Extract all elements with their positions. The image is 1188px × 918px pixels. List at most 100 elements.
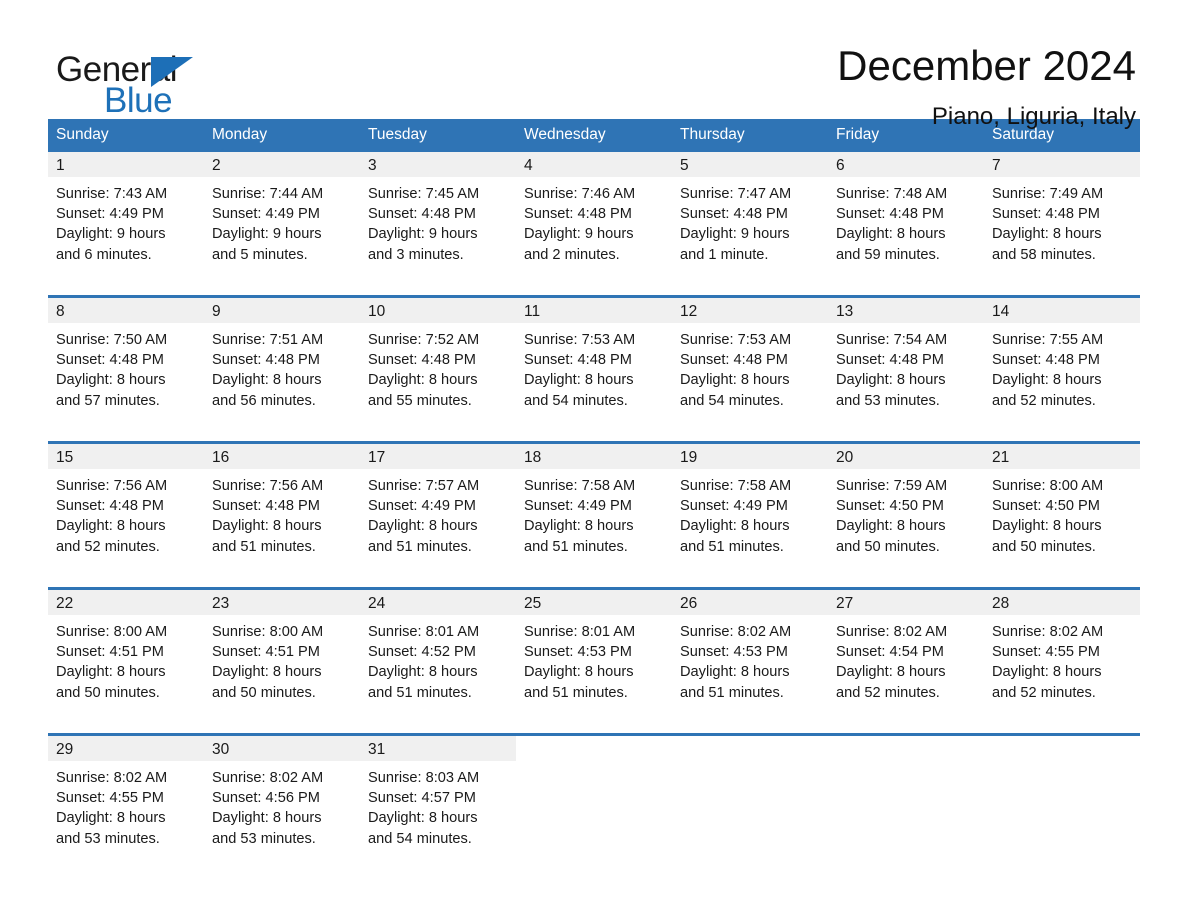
day-cell[interactable]: 5 Sunrise: 7:47 AM Sunset: 4:48 PM Daylight… [672,152,828,283]
day-cell[interactable]: 9 Sunrise: 7:51 AM Sunset: 4:48 PM Daylight… [204,295,360,429]
day-cell[interactable]: 27 Sunrise: 8:02 AM Sunset: 4:54 PM Dayligh… [828,587,984,721]
day-number: 15 [48,444,204,469]
sunrise-text: Sunrise: 7:48 AM [836,186,948,202]
day-details: Sunrise: 7:58 AM Sunset: 4:49 PM Daylight:… [516,469,672,557]
daylight-text-line2: and 52 minutes. [992,392,1096,409]
daylight-text-line1: Daylight: 8 hours [56,810,166,827]
day-cell[interactable]: 1 Sunrise: 7:43 AM Sunset: 4:49 PM Daylight… [48,152,204,283]
daylight-text-line1: Daylight: 8 hours [680,518,790,535]
day-cell[interactable]: 24 Sunrise: 8:01 AM Sunset: 4:52 PM Dayligh… [360,587,516,721]
day-number: 3 [360,152,516,177]
sunrise-text: Sunrise: 8:03 AM [368,770,480,786]
sunset-text: Sunset: 4:55 PM [56,790,164,807]
day-cell[interactable]: 19 Sunrise: 7:58 AM Sunset: 4:49 PM Dayligh… [672,441,828,575]
sunset-text: Sunset: 4:49 PM [56,206,164,223]
day-cell[interactable]: 6 Sunrise: 7:48 AM Sunset: 4:48 PM Daylight… [828,152,984,283]
day-cell[interactable]: 26 Sunrise: 8:02 AM Sunset: 4:53 PM Dayligh… [672,587,828,721]
week-spacer [48,575,1140,589]
sunrise-text: Sunrise: 8:02 AM [680,624,792,640]
day-cell[interactable]: 25 Sunrise: 8:01 AM Sunset: 4:53 PM Dayligh… [516,587,672,721]
day-details: Sunrise: 8:00 AM Sunset: 4:51 PM Daylight:… [48,615,204,703]
day-number: 12 [672,298,828,323]
sunrise-text: Sunrise: 7:53 AM [524,332,636,348]
day-number: 28 [984,590,1140,615]
daylight-text-line2: and 52 minutes. [992,684,1096,701]
day-cell[interactable]: 17 Sunrise: 7:57 AM Sunset: 4:49 PM Dayligh… [360,441,516,575]
daylight-text-line2: and 51 minutes. [680,684,784,701]
sunset-text: Sunset: 4:48 PM [992,206,1100,223]
day-cell[interactable]: 29 Sunrise: 8:02 AM Sunset: 4:55 PM Dayligh… [48,733,204,867]
sunrise-text: Sunrise: 8:02 AM [992,624,1104,640]
day-number: 24 [360,590,516,615]
day-number: 1 [48,152,204,177]
sunrise-text: Sunrise: 8:00 AM [212,624,324,640]
daylight-text-line2: and 6 minutes. [56,246,152,263]
generalblue-logo[interactable]: General Blue [48,44,248,124]
sunset-text: Sunset: 4:48 PM [524,206,632,223]
daylight-text-line2: and 51 minutes. [368,684,472,701]
day-number: 13 [828,298,984,323]
day-cell[interactable]: 4 Sunrise: 7:46 AM Sunset: 4:48 PM Daylight… [516,152,672,283]
sunrise-text: Sunrise: 7:55 AM [992,332,1104,348]
sunrise-text: Sunrise: 7:57 AM [368,478,480,494]
day-cell[interactable]: 7 Sunrise: 7:49 AM Sunset: 4:48 PM Daylight… [984,152,1140,283]
day-details: Sunrise: 7:47 AM Sunset: 4:48 PM Daylight:… [672,177,828,265]
sunset-text: Sunset: 4:48 PM [680,352,788,369]
day-cell[interactable]: 13 Sunrise: 7:54 AM Sunset: 4:48 PM Dayligh… [828,295,984,429]
title-block: December 2024 Piano, Liguria, Italy [248,43,1140,130]
daylight-text-line1: Daylight: 9 hours [368,226,478,243]
day-number: 30 [204,736,360,761]
day-details: Sunrise: 8:01 AM Sunset: 4:53 PM Daylight:… [516,615,672,703]
day-cell[interactable]: 2 Sunrise: 7:44 AM Sunset: 4:49 PM Daylight… [204,152,360,283]
day-cell[interactable]: 14 Sunrise: 7:55 AM Sunset: 4:48 PM Dayligh… [984,295,1140,429]
daylight-text-line2: and 52 minutes. [56,538,160,555]
day-cell[interactable]: 11 Sunrise: 7:53 AM Sunset: 4:48 PM Dayligh… [516,295,672,429]
daylight-text-line1: Daylight: 9 hours [56,226,166,243]
sunset-text: Sunset: 4:48 PM [368,352,476,369]
day-cell[interactable]: 20 Sunrise: 7:59 AM Sunset: 4:50 PM Dayligh… [828,441,984,575]
day-cell-empty [828,733,984,867]
sunset-text: Sunset: 4:48 PM [212,352,320,369]
sunrise-text: Sunrise: 7:45 AM [368,186,480,202]
day-cell[interactable]: 22 Sunrise: 8:00 AM Sunset: 4:51 PM Dayligh… [48,587,204,721]
daylight-text-line1: Daylight: 8 hours [212,372,322,389]
daylight-text-line1: Daylight: 9 hours [680,226,790,243]
logo-text-blue: Blue [104,81,173,120]
day-details: Sunrise: 7:57 AM Sunset: 4:49 PM Daylight:… [360,469,516,557]
day-cell-empty [672,733,828,867]
day-cell[interactable]: 31 Sunrise: 8:03 AM Sunset: 4:57 PM Dayligh… [360,733,516,867]
calendar-table: Sunday Monday Tuesday Wednesday Thursday… [48,119,1140,867]
sunset-text: Sunset: 4:48 PM [836,352,944,369]
day-cell[interactable]: 18 Sunrise: 7:58 AM Sunset: 4:49 PM Dayligh… [516,441,672,575]
sunset-text: Sunset: 4:54 PM [836,644,944,661]
day-cell[interactable]: 21 Sunrise: 8:00 AM Sunset: 4:50 PM Dayligh… [984,441,1140,575]
day-number: 29 [48,736,204,761]
sunset-text: Sunset: 4:55 PM [992,644,1100,661]
day-cell[interactable]: 10 Sunrise: 7:52 AM Sunset: 4:48 PM Dayligh… [360,295,516,429]
week-row: 29 Sunrise: 8:02 AM Sunset: 4:55 PM Dayligh… [48,733,1140,867]
sunrise-text: Sunrise: 7:52 AM [368,332,480,348]
day-cell[interactable]: 28 Sunrise: 8:02 AM Sunset: 4:55 PM Dayligh… [984,587,1140,721]
sunrise-text: Sunrise: 7:47 AM [680,186,792,202]
sunset-text: Sunset: 4:48 PM [524,352,632,369]
day-cell[interactable]: 12 Sunrise: 7:53 AM Sunset: 4:48 PM Dayligh… [672,295,828,429]
day-cell[interactable]: 16 Sunrise: 7:56 AM Sunset: 4:48 PM Dayligh… [204,441,360,575]
week-row: 22 Sunrise: 8:00 AM Sunset: 4:51 PM Dayligh… [48,587,1140,721]
day-cell[interactable]: 30 Sunrise: 8:02 AM Sunset: 4:56 PM Dayligh… [204,733,360,867]
day-cell[interactable]: 3 Sunrise: 7:45 AM Sunset: 4:48 PM Daylight… [360,152,516,283]
daylight-text-line1: Daylight: 8 hours [368,372,478,389]
sunset-text: Sunset: 4:52 PM [368,644,476,661]
sunset-text: Sunset: 4:48 PM [56,352,164,369]
day-cell[interactable]: 15 Sunrise: 7:56 AM Sunset: 4:48 PM Dayligh… [48,441,204,575]
day-details: Sunrise: 7:43 AM Sunset: 4:49 PM Daylight:… [48,177,204,265]
daylight-text-line1: Daylight: 8 hours [992,372,1102,389]
daylight-text-line2: and 50 minutes. [836,538,940,555]
day-cell[interactable]: 23 Sunrise: 8:00 AM Sunset: 4:51 PM Dayligh… [204,587,360,721]
day-number [672,736,828,761]
sunrise-text: Sunrise: 7:44 AM [212,186,324,202]
sunset-text: Sunset: 4:51 PM [56,644,164,661]
day-number: 26 [672,590,828,615]
day-cell[interactable]: 8 Sunrise: 7:50 AM Sunset: 4:48 PM Daylight… [48,295,204,429]
sunrise-text: Sunrise: 8:01 AM [524,624,636,640]
day-details: Sunrise: 7:54 AM Sunset: 4:48 PM Daylight:… [828,323,984,411]
